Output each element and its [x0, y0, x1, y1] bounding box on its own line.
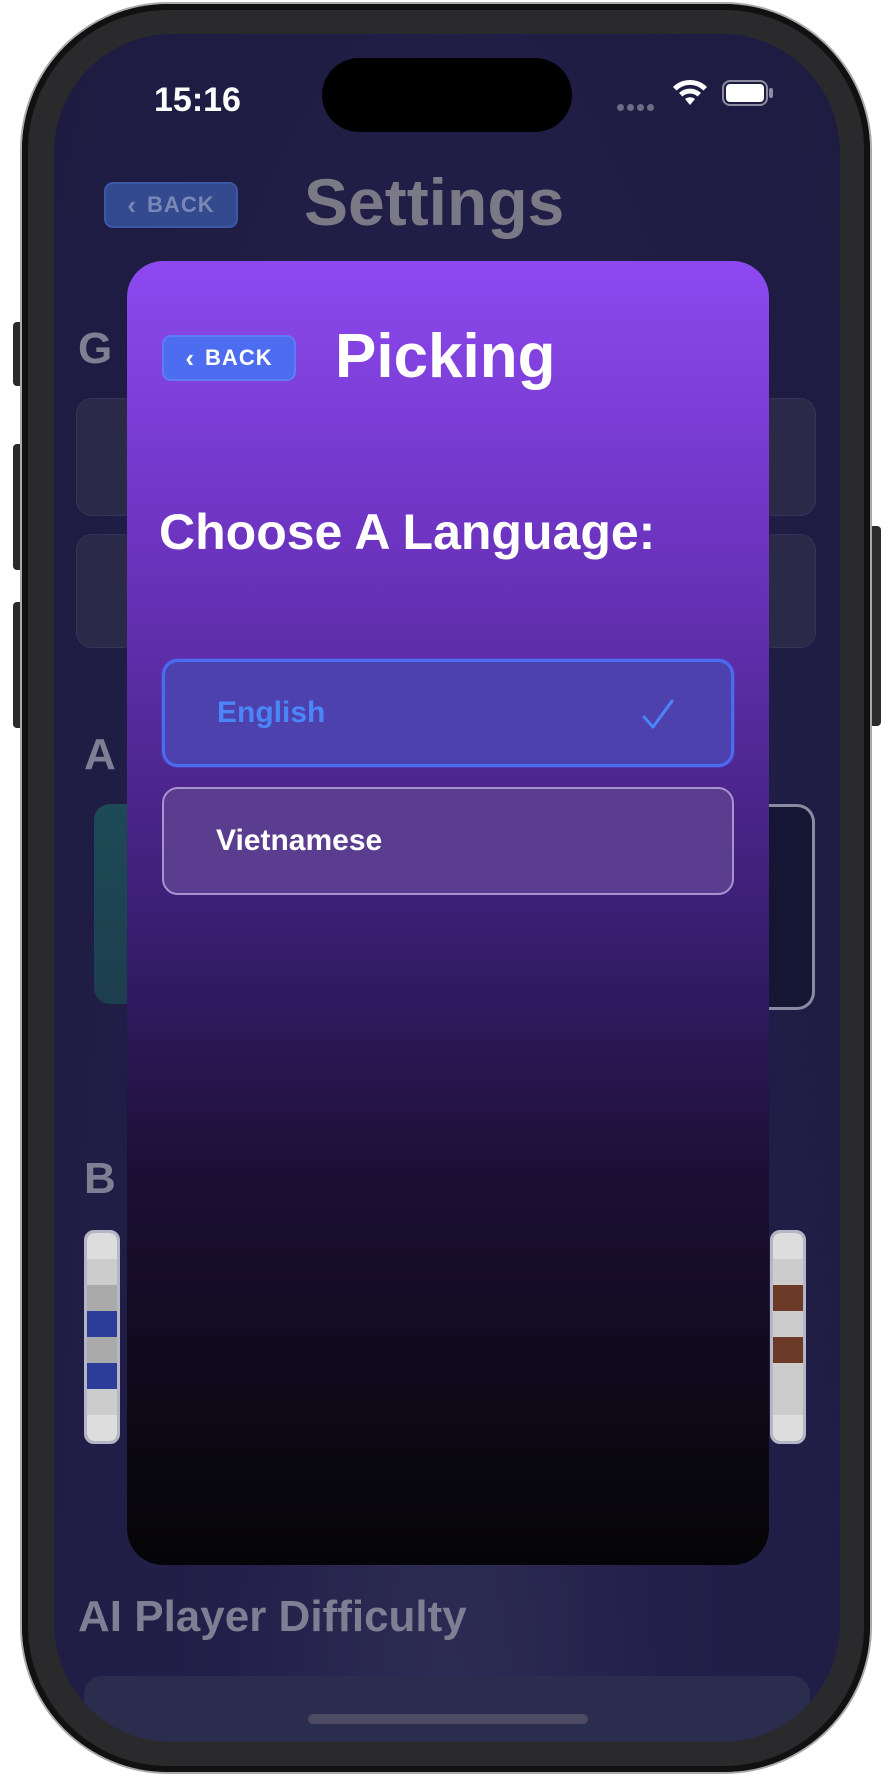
language-option-label: Vietnamese — [216, 824, 383, 857]
battery-icon — [722, 80, 773, 106]
settings-back-label: BACK — [147, 192, 215, 217]
picker-back-button[interactable]: ‹ BACK — [162, 335, 296, 381]
chevron-left-icon: ‹ — [185, 342, 196, 373]
checkmark-icon — [642, 699, 674, 729]
language-picker-sheet: ‹ BACK Picking Choose A Language: Englis… — [127, 261, 769, 1565]
wifi-icon — [673, 79, 707, 105]
status-time: 15:16 — [154, 81, 241, 119]
settings-section-ai-difficulty: AI Player Difficulty — [78, 1592, 467, 1641]
chevron-left-icon: ‹ — [127, 189, 138, 220]
picker-title: Picking — [335, 322, 556, 391]
settings-title: Settings — [304, 165, 565, 239]
language-option-vietnamese[interactable]: Vietnamese — [162, 787, 734, 895]
picker-back-label: BACK — [205, 345, 273, 370]
language-option-label: English — [217, 696, 326, 729]
settings-section-appearance-initial: A — [84, 730, 116, 779]
settings-back-button[interactable]: ‹ BACK — [104, 182, 238, 228]
settings-section-general-initial: G — [78, 324, 113, 373]
signal-dots-icon — [617, 96, 661, 111]
screen: 15:16 ‹ BACK Settings G A B AI Player Di… — [54, 34, 840, 1742]
power-button — [869, 526, 881, 726]
language-option-english[interactable]: English — [162, 659, 734, 767]
dynamic-island — [322, 58, 572, 132]
settings-section-board-initial: B — [84, 1154, 116, 1203]
board-thumbnail-left[interactable] — [84, 1230, 120, 1444]
ai-difficulty-control[interactable] — [84, 1676, 810, 1742]
home-indicator — [308, 1714, 588, 1724]
picker-heading: Choose A Language: — [159, 504, 656, 560]
board-thumbnail-right[interactable] — [770, 1230, 806, 1444]
